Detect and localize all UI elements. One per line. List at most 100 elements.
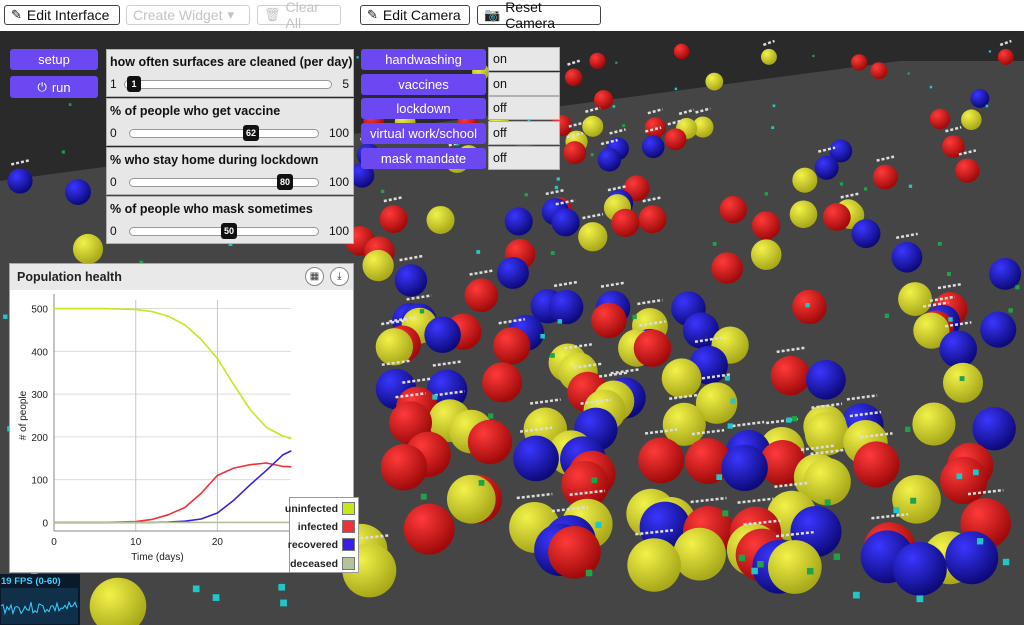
reset-camera-button[interactable]: 📷 Reset Camera (477, 0, 601, 31)
switch-virtual-work-school[interactable]: virtual work/school (361, 123, 486, 144)
data-point-uninfected (118, 308, 120, 310)
slider-max: 100 (328, 224, 349, 238)
switch-lockdown[interactable]: lockdown (361, 98, 486, 119)
slider-vaccine[interactable]: % of people who get vaccine 0 62 100 (106, 98, 354, 146)
data-point-uninfected (53, 307, 55, 310)
data-point-recovered (200, 518, 202, 520)
data-point-infected (167, 514, 170, 516)
legend-item-recovered: recovered (288, 538, 355, 551)
switch-label: virtual work/school (370, 126, 477, 141)
edit-interface-label: Edit Interface (26, 7, 110, 23)
switch-vaccines[interactable]: vaccines (361, 74, 486, 95)
edit-camera-button[interactable]: ✎ Edit Camera (360, 5, 470, 25)
slider-thumb[interactable]: 80 (277, 174, 294, 190)
slider-track[interactable] (124, 80, 332, 89)
power-icon: ⏻ (37, 79, 47, 94)
legend-swatch (342, 520, 355, 533)
legend-item-infected: infected (298, 520, 355, 533)
toolbar: ✎ Edit Interface Create Widget ▾ 🗑 Clear… (0, 0, 1024, 32)
data-point-infected (265, 462, 268, 464)
y-tick-label: 400 (31, 347, 48, 358)
switch-mask-mandate-state: off (488, 146, 560, 170)
x-tick-label: 10 (130, 537, 142, 548)
create-widget-dropdown[interactable]: Create Widget ▾ (126, 5, 250, 25)
data-point-recovered (216, 512, 219, 514)
slider-min: 0 (110, 126, 117, 140)
y-tick-label: 300 (31, 390, 48, 401)
series-line-recovered (54, 450, 292, 524)
slider-mask[interactable]: % of people who mask sometimes 0 50 100 (106, 196, 354, 244)
switch-label: vaccines (398, 77, 449, 92)
data-point-uninfected (184, 324, 186, 326)
data-point-recovered (184, 520, 186, 522)
switch-handwashing[interactable]: handwashing (361, 49, 486, 70)
data-point-uninfected (69, 307, 71, 310)
slider-label: % who stay home during lockdown (110, 153, 319, 167)
data-point-infected (233, 467, 235, 469)
slider-lockdown-stay-home[interactable]: % who stay home during lockdown 0 80 100 (106, 147, 354, 195)
edit-camera-label: Edit Camera (382, 7, 461, 23)
slider-thumb[interactable]: 50 (221, 223, 238, 239)
data-point-uninfected (167, 315, 170, 317)
switch-vaccines-state: on (488, 72, 560, 96)
setup-button[interactable]: setup (10, 49, 98, 70)
y-tick-label: 500 (31, 305, 48, 316)
data-point-infected (216, 474, 219, 476)
y-axis-label: # of people (18, 390, 29, 440)
data-point-uninfected (233, 384, 235, 386)
legend-item-uninfected: uninfected (285, 502, 355, 515)
pencil-icon: ✎ (11, 7, 22, 22)
slider-min: 1 (110, 77, 117, 91)
slider-label: % of people who mask sometimes (110, 202, 313, 216)
clear-all-label: Clear All (285, 0, 319, 31)
slider-max: 5 (342, 77, 349, 91)
slider-min: 0 (110, 175, 117, 189)
data-point-recovered (233, 499, 235, 501)
series-line-uninfected (54, 307, 292, 440)
slider-max: 100 (328, 175, 349, 189)
switch-label: handwashing (385, 52, 462, 67)
data-point-uninfected (135, 308, 137, 311)
slider-surface-cleaning[interactable]: how often surfaces are cleaned (per day)… (106, 49, 354, 97)
data-point-recovered (282, 454, 284, 456)
legend-item-deceased: deceased (290, 557, 355, 570)
run-button[interactable]: ⏻ run (10, 76, 98, 98)
data-point-infected (184, 506, 186, 509)
data-point-uninfected (249, 408, 251, 411)
switch-lockdown-state: off (488, 96, 560, 120)
fps-graph (0, 588, 78, 624)
slider-thumb[interactable]: 1 (127, 76, 141, 92)
switch-mask-mandate[interactable]: mask mandate (361, 148, 486, 169)
data-point-recovered (265, 469, 268, 471)
run-label: run (51, 79, 71, 95)
data-point-recovered (249, 484, 251, 486)
fps-meter: 19 FPS (0-60) (0, 574, 80, 625)
clear-all-button[interactable]: 🗑 Clear All (257, 0, 341, 31)
setup-label: setup (38, 52, 70, 67)
y-tick-label: 200 (31, 433, 48, 444)
slider-label: % of people who get vaccine (110, 104, 281, 118)
data-point-infected (249, 464, 251, 466)
edit-interface-button[interactable]: ✎ Edit Interface (4, 5, 120, 25)
legend-label: uninfected (284, 502, 338, 515)
slider-thumb[interactable]: 62 (243, 125, 260, 141)
data-point-infected (282, 465, 284, 468)
data-point-uninfected (216, 358, 219, 360)
data-point-infected (200, 492, 202, 494)
x-tick-label: 0 (51, 537, 57, 548)
pencil-icon: ✎ (367, 7, 378, 22)
switch-virtual-work-school-state: off (488, 121, 560, 145)
data-point-uninfected (282, 435, 284, 437)
switch-label: mask mandate (380, 151, 467, 166)
legend-label: deceased (290, 557, 338, 570)
x-tick-label: 20 (212, 537, 224, 548)
slider-max: 100 (328, 126, 349, 140)
legend-swatch (342, 502, 355, 515)
data-point-uninfected (102, 307, 104, 310)
x-axis-label: Time (days) (131, 552, 183, 563)
legend-swatch (342, 538, 355, 551)
y-tick-label: 100 (31, 476, 48, 487)
slider-track[interactable] (129, 129, 319, 138)
fps-label: 19 FPS (0-60) (1, 576, 61, 587)
series-line-infected (54, 462, 292, 524)
